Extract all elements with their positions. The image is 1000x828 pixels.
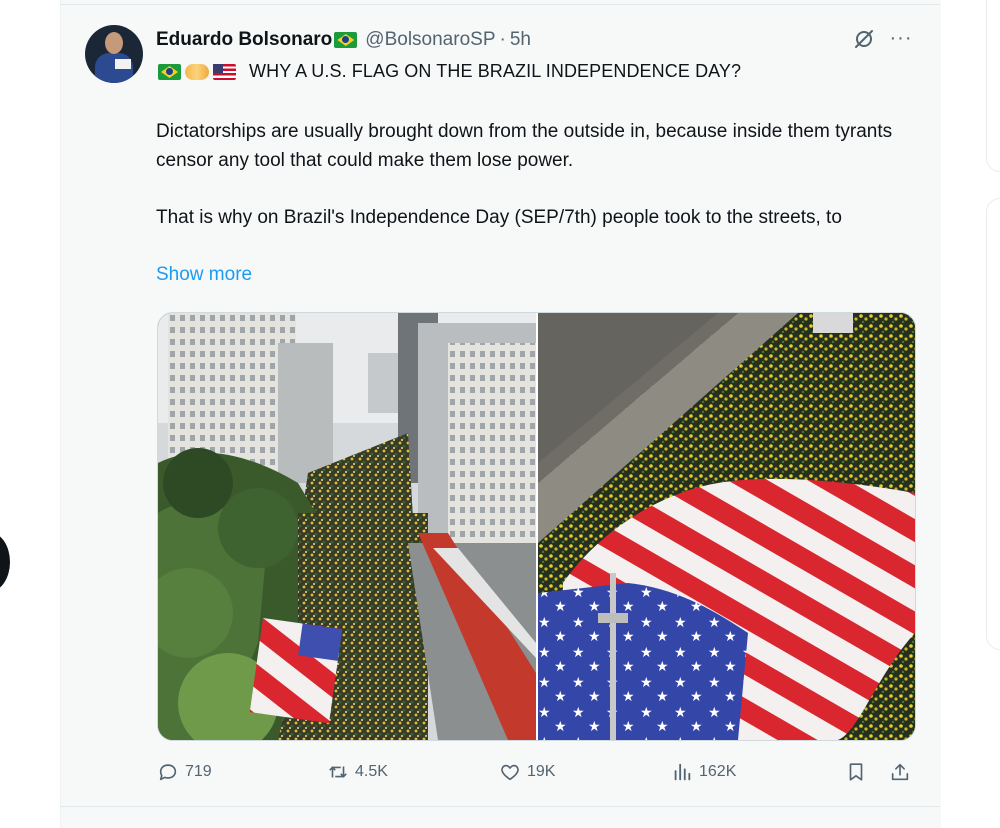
- divider: [60, 4, 940, 5]
- right-sidebar-card: [986, 198, 1000, 650]
- bookmark-icon: [849, 763, 863, 781]
- left-sidebar: [0, 0, 60, 828]
- reply-count: 719: [185, 763, 212, 780]
- author-name[interactable]: Eduardo Bolsonaro: [156, 29, 332, 51]
- repost-icon: [329, 766, 347, 778]
- photo-right[interactable]: [538, 313, 915, 740]
- tweet-actions: 719 4.5K 19K 162K: [157, 755, 917, 789]
- like-button[interactable]: 19K: [499, 755, 555, 789]
- repost-button[interactable]: 4.5K: [327, 755, 388, 789]
- like-count: 19K: [527, 763, 556, 780]
- media-divider: [536, 313, 538, 740]
- view-count: 162K: [699, 763, 737, 780]
- media-grid: ★ ★: [157, 312, 916, 741]
- right-sidebar-card: [986, 0, 1000, 172]
- grok-icon[interactable]: [852, 27, 876, 51]
- reply-icon: [159, 764, 177, 781]
- share-icon: [891, 763, 909, 781]
- divider: [60, 806, 940, 807]
- heart-icon: [501, 764, 519, 781]
- separator: ·: [499, 29, 506, 50]
- tweet-paragraph: That is why on Brazil's Independence Day…: [156, 207, 842, 228]
- tweet-header: Eduardo Bolsonaro @BolsonaroSP · 5h: [156, 27, 531, 53]
- reply-button[interactable]: 719: [157, 755, 212, 789]
- more-icon[interactable]: ···: [887, 28, 915, 49]
- share-button[interactable]: [889, 755, 911, 789]
- show-more-link[interactable]: Show more: [156, 264, 252, 286]
- views-button[interactable]: 162K: [671, 755, 736, 789]
- views-icon: [674, 763, 691, 781]
- photo-left[interactable]: [158, 313, 536, 740]
- brazil-flag-icon: [158, 64, 181, 80]
- tweet-headline: WHY A U.S. FLAG ON THE BRAZIL INDEPENDEN…: [249, 61, 742, 81]
- tweet-paragraph: Dictatorships are usually brought down f…: [156, 121, 893, 171]
- repost-count: 4.5K: [355, 763, 388, 780]
- bookmark-button[interactable]: [845, 755, 867, 789]
- emoji-row: [156, 60, 236, 84]
- author-handle[interactable]: @BolsonaroSP: [365, 29, 495, 51]
- usa-flag-icon: [213, 64, 236, 80]
- timestamp[interactable]: 5h: [510, 29, 531, 51]
- handshake-icon: [185, 64, 209, 80]
- brazil-flag-icon: [334, 32, 358, 48]
- avatar[interactable]: [85, 25, 143, 83]
